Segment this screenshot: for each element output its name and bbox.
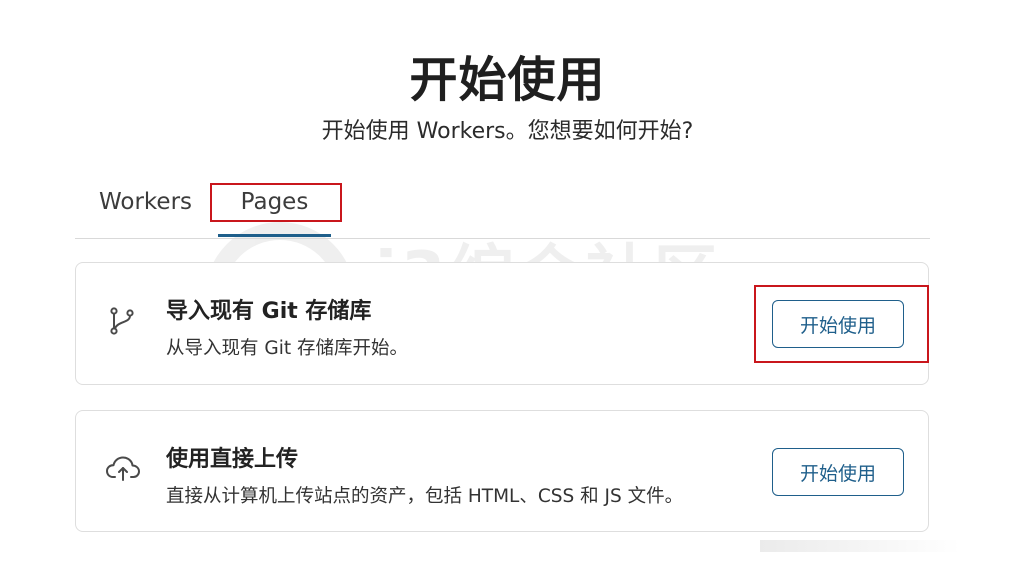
git-branch-icon bbox=[104, 303, 140, 339]
tab-pages[interactable]: Pages bbox=[218, 180, 331, 237]
direct-upload-start-button[interactable]: 开始使用 bbox=[772, 448, 904, 496]
option-description: 直接从计算机上传站点的资产，包括 HTML、CSS 和 JS 文件。 bbox=[166, 486, 684, 507]
page-subtitle: 开始使用 Workers。您想要如何开始? bbox=[321, 119, 694, 144]
option-title: 导入现有 Git 存储库 bbox=[166, 299, 372, 324]
git-import-start-button[interactable]: 开始使用 bbox=[772, 300, 904, 348]
option-description: 从导入现有 Git 存储库开始。 bbox=[166, 338, 408, 359]
tab-bar: Workers Pages bbox=[75, 180, 930, 239]
option-card-git-import: 导入现有 Git 存储库 从导入现有 Git 存储库开始。 开始使用 bbox=[75, 262, 929, 385]
bottom-fade bbox=[760, 540, 960, 552]
cloud-upload-icon bbox=[104, 451, 140, 487]
option-title: 使用直接上传 bbox=[166, 447, 299, 472]
page-title: 开始使用 bbox=[409, 52, 606, 108]
tab-workers[interactable]: Workers bbox=[99, 180, 192, 237]
option-card-direct-upload: 使用直接上传 直接从计算机上传站点的资产，包括 HTML、CSS 和 JS 文件… bbox=[75, 410, 929, 532]
